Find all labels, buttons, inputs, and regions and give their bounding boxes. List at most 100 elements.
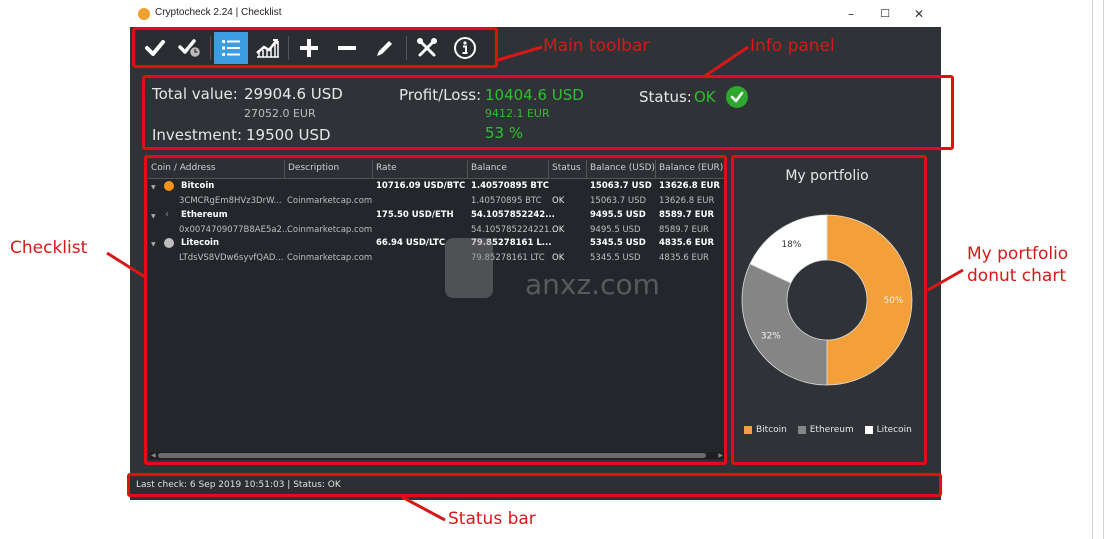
status-ok-icon bbox=[726, 86, 748, 108]
toolbar-separator bbox=[406, 36, 407, 60]
close-button[interactable]: ✕ bbox=[904, 4, 934, 24]
wallet-balance: 54.105785224221... bbox=[471, 225, 558, 235]
wallet-description: Coinmarketcap.com bbox=[287, 253, 373, 263]
coin-balance-usd: 9495.5 USD bbox=[590, 210, 646, 220]
donut-label-ethereum: 32% bbox=[761, 332, 781, 342]
checkmark-icon bbox=[145, 40, 165, 56]
annotation-checklist: Checklist bbox=[10, 238, 88, 258]
annotation-info-panel: Info panel bbox=[750, 36, 835, 56]
check-clock-icon bbox=[178, 39, 202, 59]
column-divider bbox=[548, 160, 549, 178]
profit-loss-eur: 9412.1 EUR bbox=[485, 107, 550, 120]
expand-arrow-icon[interactable]: ▼ bbox=[151, 241, 156, 248]
coin-name: Litecoin bbox=[181, 238, 220, 248]
remove-button[interactable] bbox=[330, 32, 364, 64]
chart-button[interactable] bbox=[251, 32, 285, 64]
column-divider bbox=[655, 160, 656, 178]
column-header-description[interactable]: Description bbox=[288, 163, 339, 173]
column-divider bbox=[372, 160, 373, 178]
scroll-right-icon[interactable]: ▶ bbox=[718, 452, 723, 459]
app-logo-icon bbox=[138, 8, 150, 20]
chart-legend: Bitcoin Ethereum Litecoin bbox=[744, 425, 920, 437]
toolbar-separator bbox=[288, 36, 289, 60]
coin-rate: 175.50 USD/ETH bbox=[376, 210, 454, 220]
coin-rate: 10716.09 USD/BTC bbox=[376, 181, 466, 191]
portfolio-chart-panel: My portfolio 50% 32% 18% Bitcoin Ethereum … bbox=[734, 160, 920, 460]
annotation-main-toolbar: Main toolbar bbox=[543, 36, 650, 56]
main-toolbar bbox=[136, 30, 494, 66]
watermark-shield-icon bbox=[445, 238, 493, 298]
pencil-icon bbox=[377, 41, 392, 56]
column-header-status[interactable]: Status bbox=[552, 163, 581, 173]
column-header-rate[interactable]: Rate bbox=[376, 163, 397, 173]
coin-name: Bitcoin bbox=[181, 181, 215, 191]
donut-label-bitcoin: 50% bbox=[883, 296, 903, 306]
edit-button[interactable] bbox=[368, 32, 402, 64]
column-divider bbox=[467, 160, 468, 178]
wallet-balance-usd: 15063.7 USD bbox=[590, 196, 647, 206]
column-header-balance-usd[interactable]: Balance (USD) bbox=[590, 163, 655, 173]
coin-balance-eur: 13626.8 EUR bbox=[659, 181, 720, 191]
legend-swatch bbox=[744, 426, 752, 434]
status-bar: Last check: 6 Sep 2019 10:51:03 | Status… bbox=[130, 477, 941, 494]
scheduled-check-button[interactable] bbox=[173, 32, 207, 64]
wallet-balance-usd: 9495.5 USD bbox=[590, 225, 641, 235]
coin-name: Ethereum bbox=[181, 210, 228, 220]
expand-arrow-icon[interactable]: ▼ bbox=[151, 184, 156, 191]
status-value: OK bbox=[694, 88, 716, 106]
legend-swatch bbox=[797, 426, 806, 434]
about-button[interactable] bbox=[448, 32, 482, 64]
column-header-coin[interactable]: Coin / Address bbox=[151, 163, 216, 173]
window-title: Cryptocheck 2.24 | Checklist bbox=[155, 7, 282, 18]
wallet-balance-eur: 8589.7 EUR bbox=[659, 225, 709, 235]
scroll-left-icon[interactable]: ◀ bbox=[151, 452, 156, 459]
chart-title: My portfolio bbox=[785, 168, 869, 184]
tools-icon bbox=[417, 38, 437, 57]
wallet-description: Coinmarketcap.com bbox=[287, 196, 373, 206]
wallet-address: 0x0074709077B8AE5a2... bbox=[179, 225, 291, 235]
investment-value: 19500 USD bbox=[246, 126, 331, 144]
add-button[interactable] bbox=[292, 32, 326, 64]
status-bar-text: Last check: 6 Sep 2019 10:51:03 | Status… bbox=[136, 480, 341, 490]
column-divider bbox=[284, 160, 285, 178]
minus-icon bbox=[338, 46, 356, 50]
checklist-button[interactable] bbox=[214, 32, 248, 64]
bitcoin-icon bbox=[164, 181, 174, 191]
coin-balance: 1.40570895 BTC bbox=[471, 181, 549, 191]
annotation-portfolio-line2: donut chart bbox=[967, 266, 1067, 286]
chart-growth-icon bbox=[256, 39, 279, 58]
wallet-address: LTdsVS8VDw6syvfQAD... bbox=[179, 253, 284, 263]
horizontal-scrollbar[interactable]: ◀ ▶ bbox=[150, 452, 724, 459]
check-button[interactable] bbox=[138, 32, 172, 64]
legend-swatch bbox=[864, 426, 873, 434]
wallet-balance-eur: 4835.6 EUR bbox=[659, 253, 709, 263]
maximize-button[interactable]: ☐ bbox=[870, 4, 900, 24]
minimize-button[interactable]: – bbox=[836, 4, 866, 24]
total-value-usd: 29904.6 USD bbox=[244, 85, 343, 103]
profit-loss-label: Profit/Loss: bbox=[399, 86, 482, 104]
wallet-balance-eur: 13626.8 EUR bbox=[659, 196, 715, 206]
coin-balance-eur: 8589.7 EUR bbox=[659, 210, 715, 220]
donut-label-litecoin: 18% bbox=[781, 240, 801, 250]
ethereum-icon: ‹ bbox=[165, 209, 169, 220]
legend-item-litecoin[interactable]: Litecoin bbox=[864, 425, 912, 435]
total-value-label: Total value: bbox=[152, 85, 238, 103]
column-header-balance[interactable]: Balance bbox=[471, 163, 507, 173]
scrollbar-thumb[interactable] bbox=[158, 453, 706, 458]
column-header-balance-eur[interactable]: Balance (EUR) bbox=[659, 163, 723, 173]
donut-chart: 50% 32% 18% bbox=[741, 214, 913, 386]
donut-slice-ethereum[interactable] bbox=[741, 263, 828, 386]
watermark-text: anxz.com bbox=[525, 268, 660, 301]
settings-button[interactable] bbox=[410, 32, 444, 64]
status-label: Status: bbox=[639, 88, 692, 106]
page-border-line bbox=[1103, 0, 1104, 539]
page-border-line bbox=[1092, 0, 1093, 539]
title-bar: Cryptocheck 2.24 | Checklist – ☐ ✕ bbox=[130, 0, 941, 27]
legend-label: Litecoin bbox=[876, 425, 912, 435]
legend-item-bitcoin[interactable]: Bitcoin bbox=[744, 425, 787, 435]
wallet-balance: 1.40570895 BTC bbox=[471, 196, 542, 206]
annotation-status-bar: Status bar bbox=[448, 509, 536, 529]
legend-label: Ethereum bbox=[809, 425, 854, 435]
expand-arrow-icon[interactable]: ▼ bbox=[151, 213, 156, 220]
legend-item-ethereum[interactable]: Ethereum bbox=[797, 425, 854, 435]
